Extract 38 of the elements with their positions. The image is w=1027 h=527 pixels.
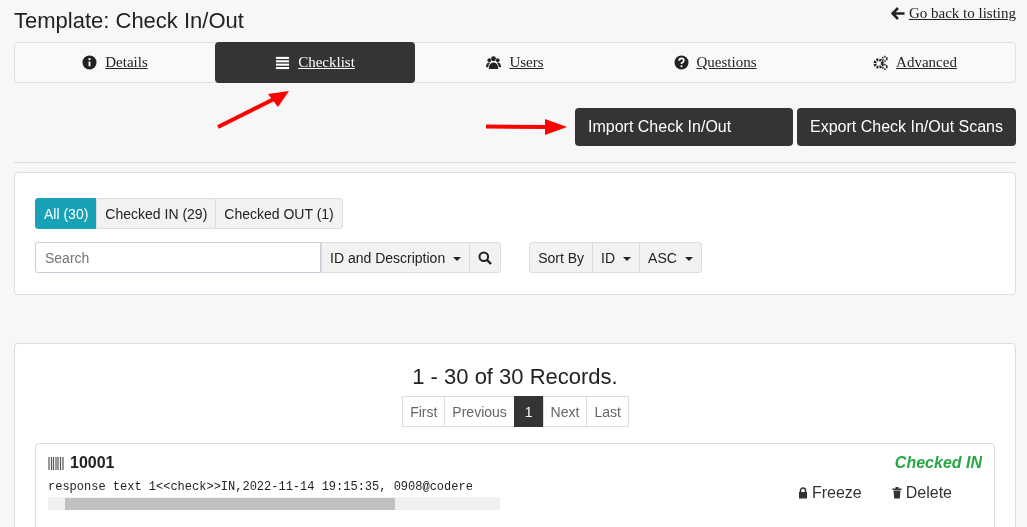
users-icon xyxy=(486,55,502,70)
tab[interactable]: Questions xyxy=(615,42,815,83)
sort-label[interactable]: Sort By xyxy=(529,242,594,273)
status-label: Checked IN xyxy=(893,454,982,472)
import-button[interactable]: Import Check In/Out xyxy=(575,108,793,146)
filter-button[interactable]: Checked IN (29) xyxy=(96,198,217,229)
search-icon xyxy=(478,250,493,265)
page-button[interactable]: Last xyxy=(586,396,629,427)
export-button[interactable]: Export Check In/Out Scans xyxy=(797,108,1016,146)
lock-icon xyxy=(797,487,808,499)
tab[interactable]: Users xyxy=(415,42,615,83)
page-title: Template: Check In/Out xyxy=(14,8,244,35)
page-button[interactable]: Next xyxy=(542,396,588,427)
page-button[interactable]: Previous xyxy=(444,396,515,427)
filter-button[interactable]: Checked OUT (1) xyxy=(215,198,343,229)
arrow-left-icon xyxy=(890,6,905,20)
trash-icon xyxy=(891,487,902,499)
sort-order-dropdown[interactable]: ASC xyxy=(639,242,702,273)
horizontal-scrollbar[interactable] xyxy=(48,497,500,510)
record-id: 10001 xyxy=(70,454,115,472)
delete-link[interactable]: Delete xyxy=(891,484,952,502)
back-link[interactable]: Go back to listing xyxy=(890,4,1016,22)
records-summary: 1 - 30 of 30 Records. xyxy=(411,364,619,390)
search-scope-dropdown[interactable]: ID and Description xyxy=(321,242,471,273)
freeze-link[interactable]: Freeze xyxy=(797,484,862,502)
search-button[interactable] xyxy=(469,242,502,273)
sort-field-dropdown[interactable]: ID xyxy=(592,242,641,273)
search-field[interactable]: Search xyxy=(35,242,321,273)
tab[interactable]: Details xyxy=(15,42,215,83)
list-icon xyxy=(275,55,291,70)
tab[interactable]: Checklist xyxy=(215,42,415,83)
tab[interactable]: Advanced xyxy=(815,42,1015,83)
page-button[interactable]: 1 xyxy=(513,396,544,427)
response-text: response text 1<<check>>IN,2022-11-14 19:15:35, 0908@codere xyxy=(48,480,474,494)
help-icon xyxy=(673,55,689,70)
info-icon xyxy=(82,55,98,70)
barcode-icon xyxy=(48,456,64,470)
page-button[interactable]: First xyxy=(402,396,446,427)
